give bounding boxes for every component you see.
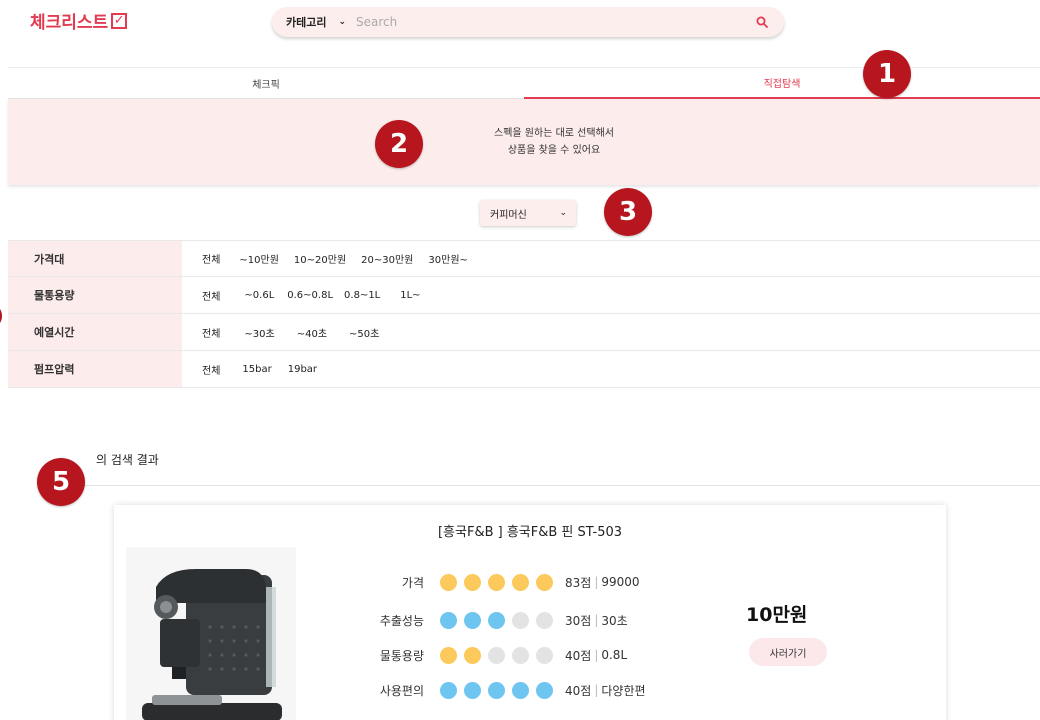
filter-option[interactable]: ~50초: [349, 325, 379, 340]
product-price: 10만원: [746, 604, 808, 626]
separator: |: [594, 648, 599, 662]
rating-dot: [464, 681, 481, 699]
filter-table: 가격대 전체 ~10만원 10~20만원 20~30만원 30만원~ 물통용량 …: [8, 240, 1040, 388]
spec-value: 0.8L: [601, 648, 628, 662]
spec-score: 40점: [565, 648, 592, 663]
buy-button[interactable]: 사러가기: [749, 638, 827, 666]
rating-dot: [440, 681, 457, 699]
filter-option[interactable]: ~40초: [297, 325, 327, 340]
filter-option[interactable]: 0.6~0.8L: [287, 290, 333, 301]
filter-label: 펌프압력: [8, 351, 182, 387]
chevron-down-icon: ⌄: [559, 208, 567, 218]
rating-dot: [488, 573, 505, 591]
banner-line-2: 상품을 찾을 수 있어요: [507, 145, 601, 156]
spec-label: 사용편의: [379, 683, 424, 698]
filter-option[interactable]: 10~20만원: [294, 251, 346, 266]
annotation-marker-3: 3: [604, 188, 652, 236]
rating-dot: [512, 573, 529, 591]
spec-row-water-tank: 물통용량 40점 | 0.8L: [354, 644, 627, 666]
spec-label: 가격: [401, 575, 424, 590]
rating-dot: [512, 611, 529, 629]
annotation-marker-1: 1: [863, 50, 911, 98]
product-type-value: 커피머신: [490, 209, 527, 221]
filter-option[interactable]: ~30초: [244, 325, 274, 340]
filter-option[interactable]: 30만원~: [428, 251, 468, 266]
category-label: 카테고리: [286, 16, 327, 29]
spec-rating: [440, 611, 560, 629]
spec-label: 물통용량: [379, 648, 424, 663]
filter-label: 가격대: [8, 241, 182, 276]
annotation-marker-5: 5: [37, 458, 85, 506]
filter-row-preheat: 예열시간 전체 ~30초 ~40초 ~50초: [8, 314, 1040, 351]
coffee-machine-image: [126, 547, 296, 720]
rating-dot: [536, 573, 553, 591]
rating-dot: [440, 646, 457, 664]
rating-dot: [488, 646, 505, 664]
rating-dot: [440, 573, 457, 591]
spec-row-extraction: 추출성능 30점 | 30초: [354, 609, 628, 631]
chevron-down-icon: ⌄: [338, 17, 347, 27]
divider: [50, 485, 1040, 486]
annotation-marker-2: 2: [375, 120, 423, 168]
logo[interactable]: 체크리스트 ✓: [30, 8, 128, 33]
search-input[interactable]: [356, 15, 754, 29]
rating-dot: [464, 646, 481, 664]
product-title: [흥국F&B ] 흥국F&B 핀 ST-503: [437, 525, 623, 540]
filter-option[interactable]: 1L~: [400, 290, 420, 301]
rating-dot: [464, 611, 481, 629]
filter-option[interactable]: 20~30만원: [361, 251, 413, 266]
search-icon[interactable]: [754, 14, 770, 30]
filter-option[interactable]: 전체: [202, 325, 220, 340]
spec-rating: [440, 646, 560, 664]
banner-line-1: 스펙을 원하는 대로 선택해서: [494, 128, 614, 139]
product-card[interactable]: [흥국F&B ] 흥국F&B 핀 ST-503 가격 83점 | 99000 추출성…: [114, 505, 946, 720]
info-banner: 스펙을 원하는 대로 선택해서 상품을 찾을 수 있어요: [8, 99, 1040, 185]
logo-text: 체크리스트: [30, 13, 109, 33]
separator: |: [594, 613, 599, 627]
spec-score: 83점: [565, 575, 592, 590]
rating-dot: [488, 681, 505, 699]
spec-value: 다양한편: [601, 683, 646, 698]
filter-option[interactable]: 전체: [202, 288, 220, 303]
filter-option[interactable]: 전체: [202, 362, 220, 377]
rating-dot: [440, 611, 457, 629]
rating-dot: [536, 681, 553, 699]
separator: |: [594, 575, 599, 589]
checkbox-logo-icon: ✓: [111, 12, 128, 29]
filter-option[interactable]: ~10만원: [239, 251, 279, 266]
spec-row-usability: 사용편의 40점 | 다양한편: [354, 679, 646, 701]
rating-dot: [488, 611, 505, 629]
spec-score: 30점: [565, 613, 592, 628]
filter-row-pump-pressure: 펌프압력 전체 15bar 19bar: [8, 351, 1040, 388]
spec-row-price: 가격 83점 | 99000: [354, 571, 640, 593]
filter-label: 물통용량: [8, 277, 182, 313]
spec-label: 추출성능: [379, 613, 424, 628]
filter-option[interactable]: ~0.6L: [244, 290, 274, 301]
filter-option[interactable]: 19bar: [288, 364, 317, 375]
rating-dot: [512, 646, 529, 664]
tab-checkpick[interactable]: 체크픽: [8, 68, 524, 99]
product-type-select[interactable]: 커피머신 ⌄: [480, 200, 576, 226]
search-bar: 카테고리 ⌄: [272, 7, 784, 37]
rating-dot: [536, 646, 553, 664]
filter-option[interactable]: 전체: [202, 251, 220, 266]
rating-dot: [464, 573, 481, 591]
spec-rating: [440, 681, 560, 699]
rating-dot: [536, 611, 553, 629]
filter-option[interactable]: 0.8~1L: [344, 290, 380, 301]
tab-direct-search[interactable]: 직접탐색: [524, 68, 1040, 99]
filter-row-price: 가격대 전체 ~10만원 10~20만원 20~30만원 30만원~: [8, 240, 1040, 277]
spec-score: 40점: [565, 683, 592, 698]
filter-option[interactable]: 15bar: [242, 364, 271, 375]
rating-dot: [512, 681, 529, 699]
spec-rating: [440, 573, 560, 591]
separator: |: [594, 683, 599, 697]
result-title: 의 검색 결과: [96, 453, 159, 467]
annotation-marker-partial: [0, 303, 2, 329]
spec-value: 99000: [601, 575, 640, 589]
category-dropdown[interactable]: 카테고리 ⌄: [286, 14, 346, 30]
spec-value: 30초: [601, 613, 628, 628]
filter-row-water-tank: 물통용량 전체 ~0.6L 0.6~0.8L 0.8~1L 1L~: [8, 277, 1040, 314]
filter-label: 예열시간: [8, 314, 182, 350]
